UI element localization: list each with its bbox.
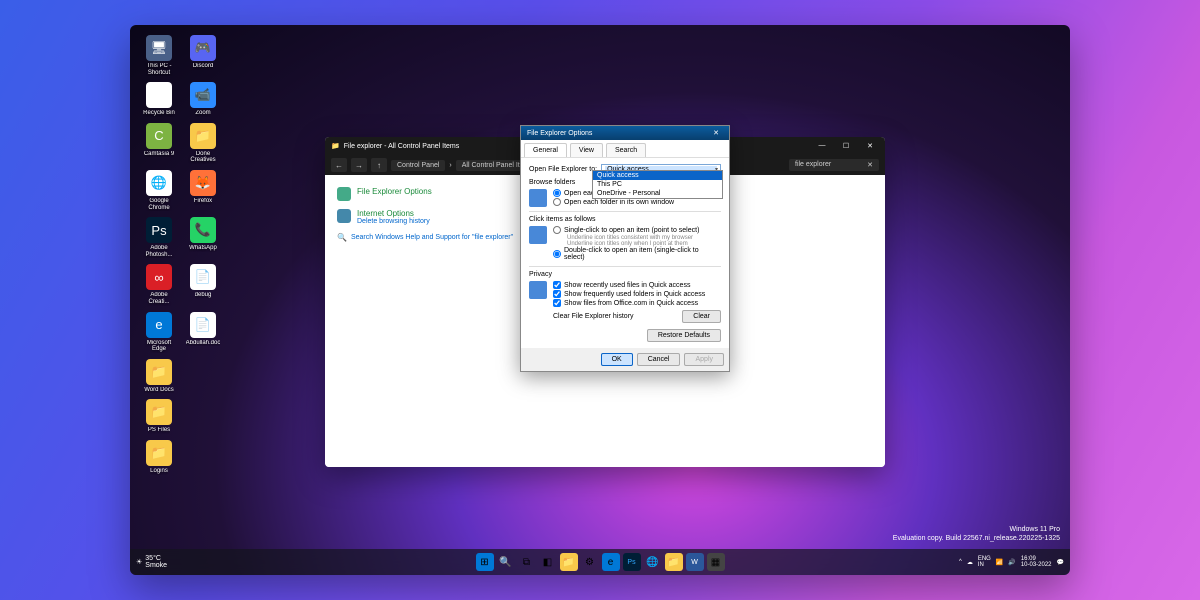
check-recent-files[interactable]: Show recently used files in Quick access	[553, 281, 721, 289]
edge-taskbar-icon[interactable]: e	[602, 553, 620, 571]
file-explorer-options-dialog: File Explorer Options ✕ General View Sea…	[520, 125, 730, 372]
weather-icon: ☀	[136, 558, 142, 566]
dropdown-option[interactable]: OneDrive - Personal	[593, 189, 722, 198]
open-fe-dropdown[interactable]: Quick access This PC OneDrive - Personal	[592, 170, 723, 199]
privacy-icon	[529, 281, 547, 299]
desktop-icon[interactable]: eMicrosoft Edge	[138, 310, 180, 355]
close-button[interactable]: ✕	[861, 142, 879, 150]
ok-button[interactable]: OK	[601, 353, 633, 366]
cp-title: File explorer - All Control Panel Items	[344, 143, 460, 150]
explorer-taskbar-icon[interactable]: 📁	[560, 553, 578, 571]
desktop-icon[interactable]: 📹Zoom	[182, 80, 224, 119]
minimize-button[interactable]: —	[813, 142, 831, 150]
photoshop-taskbar-icon[interactable]: Ps	[623, 553, 641, 571]
windows-watermark: Windows 11 Pro Evaluation copy. Build 22…	[893, 525, 1060, 543]
dialog-close-button[interactable]: ✕	[709, 129, 723, 137]
clear-history-label: Clear File Explorer history	[553, 313, 678, 320]
breadcrumb-segment[interactable]: Control Panel	[391, 160, 445, 171]
desktop-icon[interactable]: CCamtasia 9	[138, 121, 180, 166]
check-office-files[interactable]: Show files from Office.com in Quick acce…	[553, 299, 721, 307]
tray-chevron-icon[interactable]: ^	[959, 559, 962, 565]
tab-search[interactable]: Search	[606, 143, 646, 157]
desktop-icon[interactable]: 📁PS Files	[138, 397, 180, 436]
radio-single-click[interactable]: Single-click to open an item (point to s…	[553, 226, 721, 234]
taskbar-center: ⊞ 🔍 ⧉ ◧ 📁 ⚙ e Ps 🌐 📁 W ▦	[476, 553, 725, 571]
wifi-icon[interactable]: 📶	[996, 559, 1003, 566]
desktop-icon[interactable]: 🦊Firefox	[182, 168, 224, 213]
nav-back-button[interactable]: ←	[331, 158, 347, 172]
check-frequent-folders[interactable]: Show frequently used folders in Quick ac…	[553, 290, 721, 298]
dialog-body: Open File Explorer to: Quick access Quic…	[521, 158, 729, 348]
desktop-icon[interactable]: 📄Abdullah.doc	[182, 310, 224, 355]
desktop-icon[interactable]: PsAdobe Photosh...	[138, 215, 180, 260]
desktop-icon[interactable]: 🖥This PC - Shortcut	[138, 33, 180, 78]
desktop-icon-grid: 🖥This PC - Shortcut🎮Discord🗑Recycle Bin📹…	[138, 33, 224, 477]
volume-icon[interactable]: 🔊	[1008, 559, 1015, 566]
word-taskbar-icon[interactable]: W	[686, 553, 704, 571]
onedrive-tray-icon[interactable]: ☁	[967, 559, 973, 566]
radio-double-click[interactable]: Double-click to open an item (single-cli…	[553, 247, 721, 261]
system-tray[interactable]: ^ ☁ ENGIN 📶 🔊 16:0910-03-2022 💬	[959, 556, 1064, 568]
cursor-icon	[529, 226, 547, 244]
settings-taskbar-icon[interactable]: ⚙	[581, 553, 599, 571]
maximize-button[interactable]: ☐	[837, 142, 855, 150]
desktop-icon[interactable]: 📞WhatsApp	[182, 215, 224, 260]
click-items-label: Click items as follows	[529, 216, 721, 223]
cancel-button[interactable]: Cancel	[637, 353, 681, 366]
dialog-titlebar[interactable]: File Explorer Options ✕	[521, 126, 729, 140]
desktop-icon[interactable]: 🎮Discord	[182, 33, 224, 78]
taskbar[interactable]: ☀ 35°CSmoke ⊞ 🔍 ⧉ ◧ 📁 ⚙ e Ps 🌐 📁 W ▦ ^ ☁…	[130, 549, 1070, 575]
notification-icon[interactable]: 💬	[1057, 559, 1064, 566]
start-button[interactable]: ⊞	[476, 553, 494, 571]
desktop-icon[interactable]: 🗑Recycle Bin	[138, 80, 180, 119]
widgets-button[interactable]: ◧	[539, 553, 557, 571]
desktop-icon[interactable]: 🌐Google Chrome	[138, 168, 180, 213]
search-button[interactable]: 🔍	[497, 553, 515, 571]
dialog-button-row: OK Cancel Apply	[521, 348, 729, 371]
clock[interactable]: 16:0910-03-2022	[1021, 556, 1052, 568]
dropdown-option[interactable]: Quick access	[593, 171, 722, 180]
clear-button[interactable]: Clear	[682, 310, 721, 323]
nav-up-button[interactable]: ↑	[371, 158, 387, 172]
privacy-label: Privacy	[529, 271, 721, 278]
apply-button[interactable]: Apply	[684, 353, 724, 366]
desktop-icon[interactable]: 📁Word Docs	[138, 357, 180, 396]
restore-defaults-button[interactable]: Restore Defaults	[647, 329, 721, 342]
folder-icon: 📁	[331, 142, 340, 150]
radio-own-window[interactable]: Open each folder in its own window	[553, 198, 721, 206]
open-fe-label: Open File Explorer to:	[529, 166, 597, 173]
desktop-icon[interactable]: ∞Adobe Creati...	[138, 262, 180, 307]
dropdown-option[interactable]: This PC	[593, 180, 722, 189]
desktop-icon[interactable]: 📁Logins	[138, 438, 180, 477]
tab-general[interactable]: General	[524, 143, 567, 157]
dialog-tabs: General View Search	[521, 140, 729, 158]
nav-forward-button[interactable]: →	[351, 158, 367, 172]
app-taskbar-icon[interactable]: ▦	[707, 553, 725, 571]
cp-search-input[interactable]: file explorer✕	[789, 159, 879, 171]
files-taskbar-icon[interactable]: 📁	[665, 553, 683, 571]
tab-view[interactable]: View	[570, 143, 603, 157]
desktop-icon[interactable]: 📄debug	[182, 262, 224, 307]
dialog-title: File Explorer Options	[527, 130, 592, 137]
weather-widget[interactable]: ☀ 35°CSmoke	[136, 555, 167, 569]
language-indicator[interactable]: ENGIN	[978, 556, 991, 568]
chrome-taskbar-icon[interactable]: 🌐	[644, 553, 662, 571]
task-view-button[interactable]: ⧉	[518, 553, 536, 571]
desktop-icon[interactable]: 📁Done Creatives	[182, 121, 224, 166]
folder-icon	[529, 189, 547, 207]
desktop-screen: 🖥This PC - Shortcut🎮Discord🗑Recycle Bin📹…	[130, 25, 1070, 575]
